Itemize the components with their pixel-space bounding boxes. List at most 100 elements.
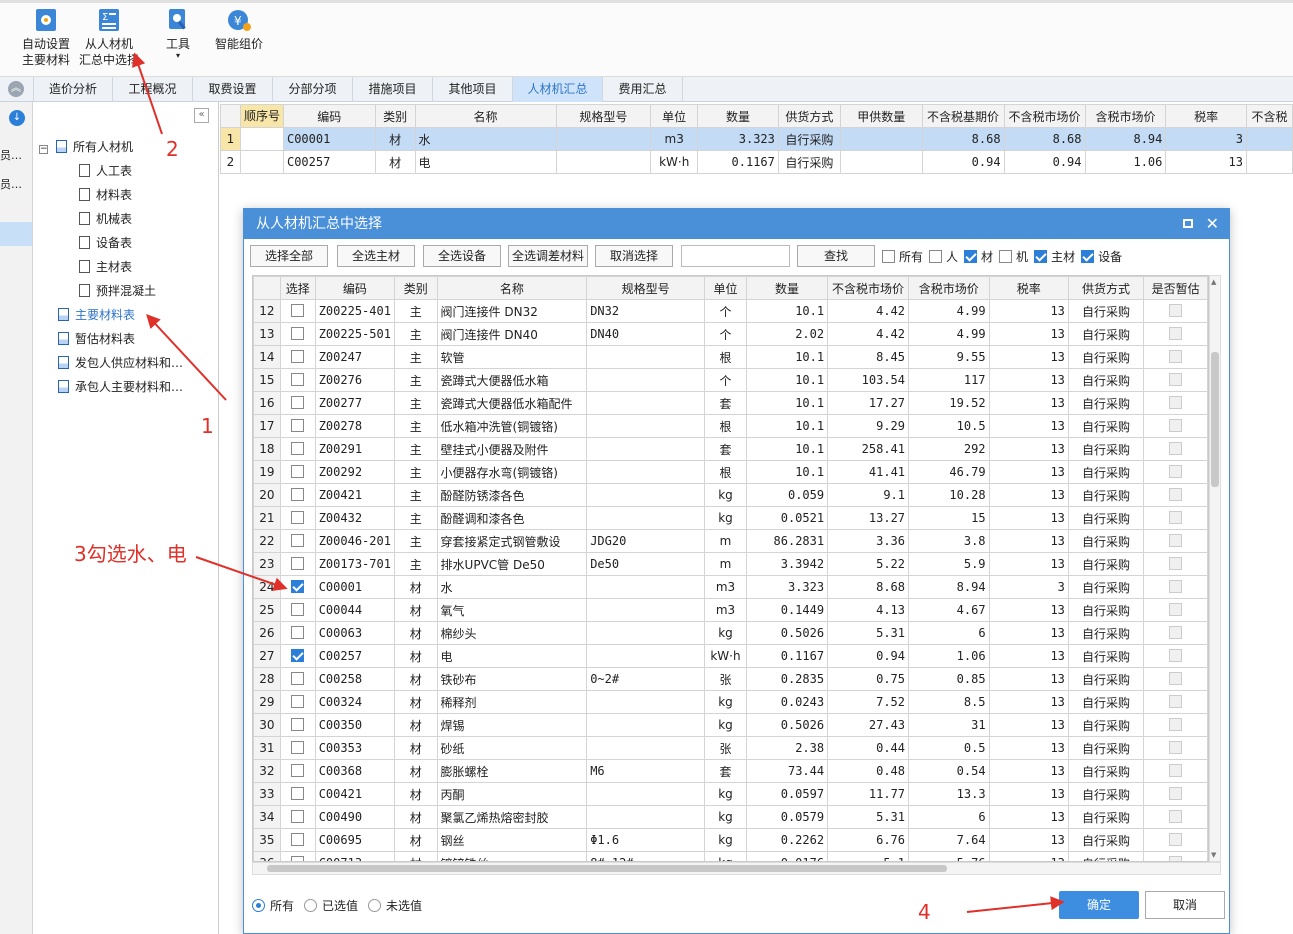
select-cell[interactable] <box>279 759 316 783</box>
col-header[interactable]: 不含税基期价 <box>921 104 1005 128</box>
col-header[interactable]: 选择 <box>279 276 316 300</box>
grid-cell[interactable]: 8.68 <box>921 127 1005 151</box>
select-cell[interactable] <box>279 299 316 323</box>
filter-2[interactable]: 材 <box>964 250 993 264</box>
grid-cell[interactable]: 材 <box>374 150 416 174</box>
tree-item-labor[interactable]: 人工表 <box>79 162 132 180</box>
table-row[interactable]: 26 C00063 材棉纱头 kg 0.5026 5.31 6 13 自行采购 <box>253 621 1208 645</box>
estimate-cell[interactable] <box>1143 460 1208 484</box>
select-cell[interactable] <box>279 345 316 369</box>
filter-1[interactable]: 人 <box>929 250 958 264</box>
row-checkbox[interactable] <box>291 327 305 340</box>
estimate-cell[interactable] <box>1143 414 1208 438</box>
col-header[interactable]: 供货方式 <box>1067 276 1145 300</box>
grid-cell[interactable]: 13 <box>1165 150 1247 174</box>
checkbox[interactable] <box>1081 250 1095 263</box>
table-row[interactable]: 25 C00044 材氧气 m3 0.1449 4.13 4.67 13 自行采购 <box>253 598 1208 622</box>
grid-cell[interactable]: 1.06 <box>1084 150 1167 174</box>
col-header[interactable]: 类别 <box>374 104 416 128</box>
filter-3[interactable]: 机 <box>999 250 1028 264</box>
grid-cell[interactable] <box>239 127 284 151</box>
grid-cell[interactable]: 自行采购 <box>777 150 841 174</box>
strip-item[interactable]: 员… <box>0 176 22 192</box>
estimate-cell[interactable] <box>1143 368 1208 392</box>
vertical-scrollbar[interactable]: ▲ ▼ <box>1209 275 1221 862</box>
checkbox[interactable] <box>929 250 943 263</box>
select-cell[interactable] <box>279 782 316 806</box>
auto-set-main-material-button[interactable]: 自动设置 主要材料 <box>18 7 74 68</box>
checkbox[interactable] <box>882 250 895 263</box>
select-equipment-button[interactable]: 全选设备 <box>423 245 501 267</box>
grid-cell[interactable]: 3.323 <box>697 127 779 151</box>
col-header[interactable]: 税率 <box>988 276 1069 300</box>
collapse-panel-icon[interactable]: « <box>194 108 209 123</box>
estimate-cell[interactable] <box>1143 345 1208 369</box>
grid-cell[interactable]: m3 <box>650 127 699 151</box>
ok-button[interactable]: 确定 <box>1059 891 1139 919</box>
select-all-button[interactable]: 选择全部 <box>250 245 328 267</box>
strip-item[interactable]: 员… <box>0 147 22 163</box>
table-row[interactable]: 32 C00368 材膨胀螺栓 M6 套 73.44 0.48 0.54 13 自行采购 <box>253 759 1208 783</box>
table-row[interactable]: 15 Z00276 主瓷蹲式大便器低水箱 个 10.1 103.54 117 13 自行采购 <box>253 368 1208 392</box>
col-header[interactable]: 数量 <box>745 276 829 300</box>
estimate-cell[interactable] <box>1143 598 1208 622</box>
radio-option-0[interactable]: 所有 <box>252 899 294 913</box>
grid-cell[interactable] <box>839 127 923 151</box>
grid-cell[interactable]: 8.68 <box>1003 127 1086 151</box>
row-checkbox[interactable] <box>291 557 305 570</box>
select-cell[interactable] <box>279 690 316 714</box>
estimate-checkbox[interactable] <box>1169 626 1183 639</box>
select-cell[interactable] <box>279 460 316 484</box>
estimate-checkbox[interactable] <box>1169 603 1183 616</box>
estimate-checkbox[interactable] <box>1169 442 1183 455</box>
estimate-cell[interactable] <box>1143 552 1208 576</box>
table-row[interactable]: 23 Z00173-701 主排水UPVC管 De50 De50 m 3.3942 5.22… <box>253 552 1208 576</box>
table-row[interactable]: 24 C00001 材水 m3 3.323 8.68 8.94 3 自行采购 <box>253 575 1208 599</box>
select-cell[interactable] <box>279 414 316 438</box>
estimate-cell[interactable] <box>1143 713 1208 737</box>
collapse-icon[interactable]: − <box>39 145 48 154</box>
scroll-thumb[interactable] <box>267 865 947 872</box>
tree-root[interactable]: − 所有人材机 <box>39 138 133 156</box>
col-header[interactable]: 供货方式 <box>777 104 841 128</box>
tree-item-contractor-main[interactable]: 承包人主要材料和… <box>58 378 183 396</box>
cancel-selection-button[interactable]: 取消选择 <box>595 245 673 267</box>
estimate-cell[interactable] <box>1143 851 1208 861</box>
estimate-checkbox[interactable] <box>1169 419 1183 432</box>
tree-item-employer-supply[interactable]: 发包人供应材料和… <box>58 354 183 372</box>
select-cell[interactable] <box>279 506 316 530</box>
tree-item-machinery[interactable]: 机械表 <box>79 210 132 228</box>
row-checkbox[interactable] <box>291 534 305 547</box>
row-checkbox[interactable] <box>291 465 305 478</box>
tree-item-material[interactable]: 材料表 <box>79 186 132 204</box>
select-cell[interactable] <box>279 437 316 461</box>
grid-cell[interactable]: 0.94 <box>921 150 1005 174</box>
select-cell[interactable] <box>279 322 316 346</box>
col-header[interactable]: 含税市场价 <box>908 276 990 300</box>
scroll-up-icon[interactable]: ▲ <box>1211 278 1216 286</box>
grid-cell[interactable]: C00001 <box>282 127 376 151</box>
checkbox[interactable] <box>964 250 978 263</box>
row-checkbox[interactable] <box>291 695 305 708</box>
estimate-checkbox[interactable] <box>1169 672 1183 685</box>
table-row[interactable]: 28 C00258 材铁砂布 0~2# 张 0.2835 0.75 0.85 13 自行采购 <box>253 667 1208 691</box>
select-cell[interactable] <box>279 851 316 861</box>
tab-other-items[interactable]: 其他项目 <box>433 77 513 102</box>
select-cell[interactable] <box>279 621 316 645</box>
table-row[interactable]: 17 Z00278 主低水箱冲洗管(铜镀铬) 根 10.1 9.29 10.5 13 自行采购 <box>253 414 1208 438</box>
radio-option-2[interactable]: 未选值 <box>368 899 422 913</box>
tab-fee-settings[interactable]: 取费设置 <box>193 77 273 102</box>
tab-measures[interactable]: 措施项目 <box>353 77 433 102</box>
tab-subitems[interactable]: 分部分项 <box>273 77 353 102</box>
tab-cost-summary[interactable]: 费用汇总 <box>603 77 683 102</box>
radio-icon[interactable] <box>368 899 382 912</box>
search-button[interactable]: 查找 <box>797 245 875 267</box>
estimate-checkbox[interactable] <box>1169 833 1183 846</box>
main-grid-row[interactable]: 1 C00001 材水 m3 3.323 自行采购 8.68 8.68 8.94 3 <box>220 127 1293 151</box>
col-header[interactable]: 编码 <box>314 276 395 300</box>
checkbox[interactable] <box>999 250 1013 263</box>
row-checkbox[interactable] <box>291 810 305 823</box>
row-checkbox[interactable] <box>291 741 305 754</box>
smart-price-button[interactable]: ¥ 智能组价 <box>212 7 266 52</box>
table-row[interactable]: 14 Z00247 主软管 根 10.1 8.45 9.55 13 自行采购 <box>253 345 1208 369</box>
